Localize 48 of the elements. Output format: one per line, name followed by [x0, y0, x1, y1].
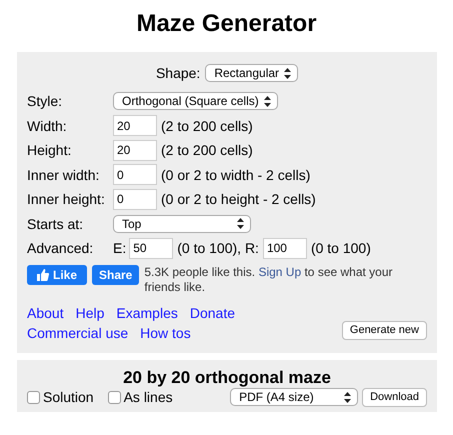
nav-link[interactable]: Donate — [190, 302, 236, 322]
input-field[interactable]: 0 — [113, 188, 157, 210]
maze-title: 20 by 20 orthogonal maze — [122, 368, 332, 388]
format-select[interactable]: PDF (A4 size) — [230, 388, 358, 406]
nav-link[interactable]: Examples — [116, 302, 178, 322]
field-label: Width: — [27, 118, 68, 134]
field-label: Height: — [27, 142, 72, 158]
nav-link[interactable]: Help — [76, 302, 104, 322]
field-label: Style: — [27, 93, 64, 110]
input-field[interactable]: 100 — [262, 238, 307, 259]
sign-up-link[interactable]: Sign Up — [258, 264, 302, 278]
checkbox[interactable] — [108, 390, 121, 404]
input-field[interactable]: 20 — [113, 115, 157, 136]
checkbox-label: Solution — [43, 389, 94, 405]
like-button[interactable]: Like — [27, 264, 87, 284]
field-label: Inner width: — [27, 166, 100, 183]
field-hint: (0 to 100), R: — [177, 240, 259, 256]
nav-link[interactable]: Commercial use — [27, 322, 128, 342]
download-button[interactable]: Download — [362, 388, 427, 406]
input-field[interactable]: 20 — [113, 140, 157, 161]
nav-link[interactable]: About — [27, 302, 64, 322]
share-button[interactable]: Share — [92, 264, 140, 284]
input-field[interactable]: 50 — [129, 238, 174, 259]
dropdown-select[interactable]: Top — [113, 214, 251, 233]
field-label: E: — [113, 240, 126, 256]
updown-icon — [264, 96, 271, 107]
nav-link[interactable]: How tos — [140, 322, 191, 342]
checkbox[interactable] — [27, 390, 40, 404]
dropdown-select[interactable]: Orthogonal (Square cells) — [113, 92, 278, 110]
field-hint: (2 to 200 cells) — [161, 118, 253, 134]
input-field[interactable]: 0 — [113, 164, 157, 186]
field-hint: (0 or 2 to width - 2 cells) — [161, 166, 310, 183]
field-label: Shape: — [156, 65, 200, 81]
field-label: Starts at: — [27, 216, 84, 232]
page-title: Maze Generator — [135, 10, 318, 38]
field-label: Inner height: — [27, 191, 106, 208]
field-hint: (0 or 2 to height - 2 cells) — [161, 191, 316, 208]
updown-icon — [344, 392, 352, 402]
updown-icon — [284, 68, 292, 78]
field-hint: (2 to 200 cells) — [161, 142, 253, 158]
social-text: 5.3K people like this. Sign Up to see what your friends like. — [144, 264, 394, 294]
checkbox-label: As lines — [124, 389, 173, 405]
shape-select[interactable]: Rectangular — [205, 64, 298, 82]
field-hint: (0 to 100) — [310, 240, 371, 256]
updown-icon — [237, 218, 244, 230]
generate-button[interactable]: Generate new — [342, 320, 427, 340]
thumbs-up-icon — [36, 268, 49, 280]
field-label: Advanced: — [27, 240, 94, 256]
